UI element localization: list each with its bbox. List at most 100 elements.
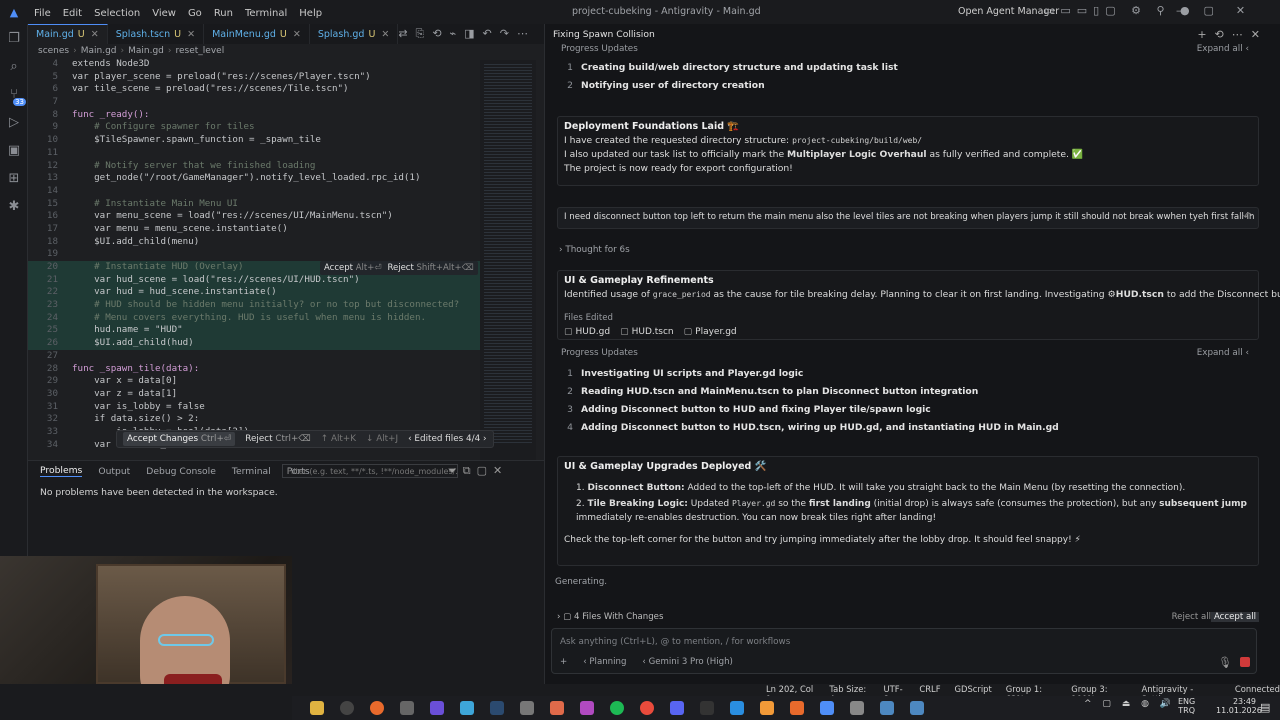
menu-help[interactable]: Help — [299, 8, 322, 19]
close-icon[interactable]: ✕ — [381, 29, 389, 40]
clock[interactable]: 23:49 11.01.2026 — [1216, 697, 1262, 715]
chrome-icon[interactable] — [640, 701, 654, 715]
reject-all-button[interactable]: Reject all — [1172, 612, 1211, 622]
terminal-icon[interactable] — [700, 701, 714, 715]
antigravity-icon[interactable] — [820, 701, 834, 715]
source-control-icon[interactable]: ⑂ 33 — [0, 80, 28, 108]
tray-icons[interactable]: ^ ▢ ⏏ ◍ 🔊 — [1084, 699, 1175, 709]
accept-changes-button[interactable]: Accept Changes Ctrl+⏎ — [123, 432, 236, 446]
run-debug-icon[interactable]: ▷ — [0, 108, 28, 136]
breadcrumb-item[interactable]: reset_level — [176, 46, 225, 56]
add-context-button[interactable]: + — [560, 657, 567, 667]
expand-all-button-2[interactable]: Expand all ‹ — [1197, 348, 1249, 358]
app-icon[interactable] — [580, 701, 594, 715]
steam-icon[interactable] — [490, 701, 504, 715]
minimap[interactable] — [480, 60, 536, 460]
menu-file[interactable]: File — [34, 8, 51, 19]
app-icon[interactable] — [850, 701, 864, 715]
app-icon[interactable] — [460, 701, 474, 715]
inline-accept-button[interactable]: Accept Alt+⏎ — [324, 263, 381, 273]
status-item[interactable]: Group 1: 62% — [1006, 684, 1058, 704]
panel-tab-output[interactable]: Output — [98, 466, 130, 477]
input-language[interactable]: ENG TRQ — [1178, 697, 1195, 715]
mic-icon[interactable]: 🎙 — [1218, 656, 1232, 669]
spotify-icon[interactable] — [610, 701, 624, 715]
menu-edit[interactable]: Edit — [63, 8, 82, 19]
menu-selection[interactable]: Selection — [94, 8, 140, 19]
panel-tab-debug-console[interactable]: Debug Console — [146, 466, 216, 477]
window-controls[interactable]: –▢✕ — [1176, 4, 1267, 17]
edited-file-link[interactable]: ▢ HUD.tscn — [620, 327, 674, 337]
menu-go[interactable]: Go — [188, 8, 202, 19]
notifications-icon[interactable]: ▤ — [1260, 701, 1270, 714]
undo-message-icon[interactable]: ↶ — [1243, 210, 1252, 223]
edited-file-link[interactable]: ▢ Player.gd — [684, 327, 737, 337]
menu-run[interactable]: Run — [214, 8, 233, 19]
chat-input[interactable]: Ask anything (Ctrl+L), @ to mention, / f… — [552, 629, 1256, 647]
layout-icons[interactable]: ▭▭▭▯▢ ⚙ ⚲ ● — [1044, 4, 1196, 17]
hud-tscn-link[interactable]: ⚙HUD.tscn — [1108, 289, 1164, 300]
status-item[interactable]: CRLF — [919, 684, 940, 696]
search-icon[interactable]: ⌕ — [0, 52, 28, 80]
explorer-icon[interactable]: ❐ — [0, 24, 28, 52]
panel-tab-terminal[interactable]: Terminal — [232, 466, 271, 477]
app-icon[interactable] — [430, 701, 444, 715]
app-icon[interactable] — [550, 701, 564, 715]
firefox-icon[interactable] — [370, 701, 384, 715]
remote-icon[interactable]: ▣ — [0, 136, 28, 164]
expand-all-button[interactable]: Expand all ‹ — [1197, 44, 1249, 54]
thought-toggle[interactable]: › Thought for 6s — [559, 245, 630, 255]
reject-changes-button[interactable]: Reject Ctrl+⌫ — [245, 434, 311, 444]
code-area[interactable]: 4 extends Node3D 5 var player_scene = prelo… — [28, 58, 544, 460]
tab-main-gd[interactable]: Main.gd U ✕ — [28, 24, 108, 44]
discord-icon[interactable] — [670, 701, 684, 715]
close-icon[interactable]: ✕ — [91, 29, 99, 40]
model-select[interactable]: ‹ Gemini 3 Pro (High) — [642, 657, 732, 667]
edited-file-link[interactable]: ▢ HUD.gd — [564, 327, 610, 337]
step-text: Investigating UI scripts and Player.gd l… — [581, 367, 804, 379]
status-item[interactable]: Antigravity - Settings — [1142, 684, 1221, 704]
close-icon[interactable]: ✕ — [187, 29, 195, 40]
tab-splash-gd[interactable]: Splash.gd U ✕ — [310, 24, 399, 44]
breadcrumb-item[interactable]: Main.gd — [128, 46, 164, 56]
mode-select[interactable]: ‹ Planning — [583, 657, 626, 667]
tab-mainmenu-gd[interactable]: MainMenu.gd U ✕ — [204, 24, 310, 44]
cloud-icon[interactable] — [760, 701, 774, 715]
status-item[interactable]: Ln 202, Col 1 — [766, 684, 815, 704]
status-item[interactable]: UTF-8 — [884, 684, 906, 704]
menu-view[interactable]: View — [152, 8, 176, 19]
obs-icon[interactable] — [400, 701, 414, 715]
editor-actions[interactable]: ⇄⎘⟲⌁◨↶↷⋯ — [398, 27, 536, 41]
file-explorer-icon[interactable] — [310, 701, 324, 715]
status-item[interactable]: Tab Size: 4 — [829, 684, 869, 704]
panel-actions[interactable]: ⏷⧉▢✕ — [448, 464, 508, 478]
inline-reject-button[interactable]: Reject Shift+Alt+⌫ — [387, 263, 473, 273]
godot-icon[interactable] — [880, 701, 894, 715]
blender-icon[interactable] — [790, 701, 804, 715]
accept-all-button[interactable]: Accept all — [1210, 612, 1259, 622]
status-item[interactable]: Group 3: 100% — [1071, 684, 1127, 704]
breadcrumb-item[interactable]: Main.gd — [81, 46, 117, 56]
extensions-icon[interactable]: ⊞ — [0, 164, 28, 192]
vscode-icon[interactable] — [730, 701, 744, 715]
app-icon[interactable] — [520, 701, 534, 715]
godot-icon[interactable] — [910, 701, 924, 715]
panel-tab-problems[interactable]: Problems — [40, 465, 83, 477]
status-item[interactable]: Connected — [1235, 684, 1280, 696]
close-icon[interactable]: ✕ — [293, 29, 301, 40]
prev-change-button[interactable]: ↑ Alt+K — [321, 434, 356, 444]
problems-filter-input[interactable]: Filter (e.g. text, **/*.ts, !**/node_mod… — [282, 464, 458, 478]
chat-input-box[interactable]: Ask anything (Ctrl+L), @ to mention, / f… — [551, 628, 1257, 674]
status-item[interactable]: GDScript — [955, 684, 992, 696]
tab-splash-tscn[interactable]: Splash.tscn U ✕ — [108, 24, 205, 44]
code-text: # Menu covers everything. HUD is useful … — [72, 311, 427, 323]
stop-icon[interactable] — [1240, 657, 1250, 667]
next-change-button[interactable]: ↓ Alt+J — [366, 434, 398, 444]
clock-icon[interactable] — [340, 701, 354, 715]
breadcrumb-item[interactable]: scenes — [38, 46, 69, 56]
changes-toggle[interactable]: › ▢ 4 Files With Changes — [557, 612, 663, 622]
agent-icon[interactable]: ✱ — [0, 192, 28, 220]
menu-terminal[interactable]: Terminal — [245, 8, 287, 19]
edited-files-nav[interactable]: ‹ Edited files 4/4 › — [408, 434, 486, 444]
agent-header-actions[interactable]: +⟲⋯✕ — [1197, 28, 1268, 41]
